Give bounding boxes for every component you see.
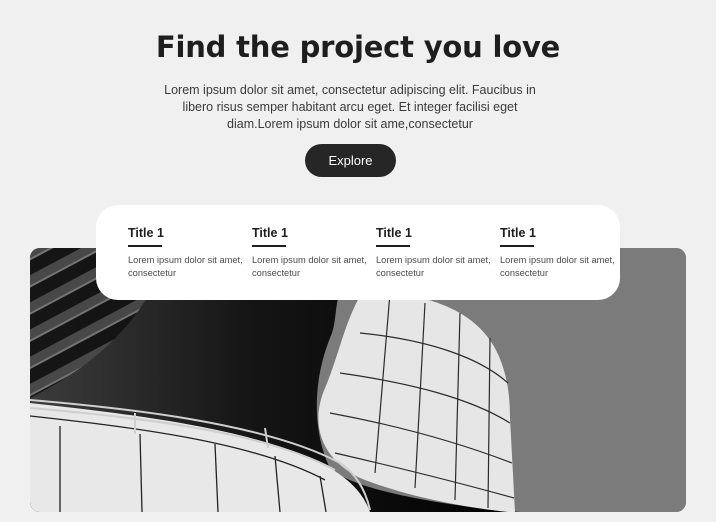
card-title: Title 1 (252, 226, 288, 240)
card-divider (500, 245, 534, 247)
card-text: Lorem ipsum dolor sit amet, consectetur (128, 255, 243, 278)
card-text: Lorem ipsum dolor sit amet, consectetur (252, 255, 367, 278)
card-text: Lorem ipsum dolor sit amet, consectetur (376, 255, 491, 278)
card-title: Title 1 (500, 226, 536, 240)
explore-button[interactable]: Explore (305, 144, 396, 177)
card-title: Title 1 (128, 226, 164, 240)
card-title: Title 1 (376, 226, 412, 240)
card-divider (128, 245, 162, 247)
card-divider (376, 245, 410, 247)
feature-card: Title 1 Lorem ipsum dolor sit amet, cons… (500, 226, 620, 280)
hero-description: Lorem ipsum dolor sit amet, consectetur … (164, 83, 536, 131)
card-text: Lorem ipsum dolor sit amet, consectetur (500, 255, 615, 278)
hero-title: Find the project you love (155, 30, 561, 64)
feature-card: Title 1 Lorem ipsum dolor sit amet, cons… (376, 226, 496, 280)
feature-cards: Title 1 Lorem ipsum dolor sit amet, cons… (96, 205, 620, 300)
feature-card: Title 1 Lorem ipsum dolor sit amet, cons… (252, 226, 372, 280)
feature-card: Title 1 Lorem ipsum dolor sit amet, cons… (128, 226, 248, 280)
card-divider (252, 245, 286, 247)
